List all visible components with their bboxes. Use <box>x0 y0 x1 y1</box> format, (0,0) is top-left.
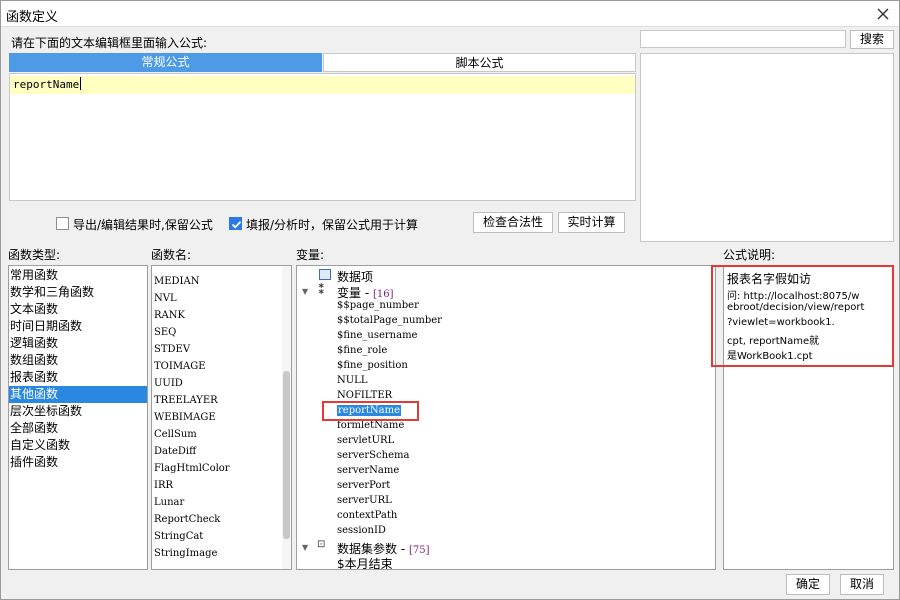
list-item[interactable]: IRR <box>154 480 173 491</box>
list-item[interactable]: 插件函数 <box>9 454 147 471</box>
list-item[interactable]: 自定义函数 <box>9 437 147 454</box>
list-item[interactable]: 常用函数 <box>9 267 147 284</box>
list-item[interactable]: FlagHtmlColor <box>154 463 230 474</box>
tree-leaf[interactable]: serverSchema <box>337 450 409 461</box>
list-item[interactable]: Lunar <box>154 497 184 508</box>
function-names-list[interactable]: MEDIAN NVL RANK SEQ STDEV TOIMAGE UUID T… <box>151 265 292 570</box>
list-item[interactable]: TOIMAGE <box>154 361 206 372</box>
realtime-calc-button[interactable]: 实时计算 <box>558 212 625 233</box>
tree-leaf[interactable]: contextPath <box>337 510 397 521</box>
variables-group-icon: ⁑ <box>318 283 325 298</box>
list-item[interactable]: ReportCheck <box>154 514 220 525</box>
list-item[interactable]: DateDiff <box>154 446 196 457</box>
list-item[interactable]: StringImage <box>154 548 217 559</box>
export-keep-formula-label: 导出/编辑结果时,保留公式 <box>73 218 213 232</box>
tree-leaf[interactable]: $本月结束 <box>337 555 393 569</box>
function-types-header: 函数类型: <box>8 248 61 262</box>
data-item-icon <box>319 269 331 280</box>
highlight-box-description <box>711 265 894 367</box>
tree-leaf[interactable]: NOFILTER <box>337 390 392 401</box>
tree-leaf[interactable]: $fine_role <box>337 345 387 356</box>
function-names-header: 函数名: <box>151 248 192 262</box>
list-item[interactable]: TREELAYER <box>154 395 218 406</box>
tree-leaf[interactable]: serverName <box>337 465 399 476</box>
formula-editor[interactable]: reportName <box>9 73 636 201</box>
highlight-box-variable <box>322 401 419 421</box>
dataset-params-icon: ⊡ <box>317 539 326 550</box>
check-validity-button[interactable]: 检查合法性 <box>473 212 553 233</box>
current-line-highlight <box>10 76 635 94</box>
tree-leaf[interactable]: $fine_username <box>337 330 417 341</box>
list-item[interactable]: 报表函数 <box>9 369 147 386</box>
tree-leaf[interactable]: servletURL <box>337 435 394 446</box>
search-button[interactable]: 搜索 <box>850 30 894 49</box>
list-item[interactable]: SEQ <box>154 327 176 338</box>
function-names-scrollbar[interactable] <box>282 266 291 569</box>
expand-arrow-icon[interactable]: ▼ <box>302 543 308 552</box>
list-item[interactable]: 文本函数 <box>9 301 147 318</box>
fill-keep-formula-label: 填报/分析时，保留公式用于计算 <box>246 218 419 232</box>
tree-node-variables[interactable]: 变量 - [16] <box>337 284 394 301</box>
tab-regular-formula[interactable]: 常规公式 <box>9 53 322 72</box>
editor-prompt: 请在下面的文本编辑框里面输入公式: <box>11 36 208 50</box>
function-definition-dialog: 函数定义 请在下面的文本编辑框里面输入公式: 常规公式 脚本公式 reportN… <box>0 0 900 600</box>
window-title: 函数定义 <box>6 10 59 25</box>
export-keep-formula-checkbox[interactable] <box>56 217 69 230</box>
list-item[interactable]: UUID <box>154 378 183 389</box>
tree-node-data-item[interactable]: 数据项 <box>337 268 373 285</box>
scrollbar-thumb[interactable] <box>283 371 290 539</box>
list-item[interactable]: StringCat <box>154 531 203 542</box>
tree-leaf[interactable]: serverURL <box>337 495 392 506</box>
tree-leaf[interactable]: sessionID <box>337 525 386 536</box>
ok-button[interactable]: 确定 <box>786 574 830 595</box>
tab-script-formula[interactable]: 脚本公式 <box>323 53 636 72</box>
tree-leaf[interactable]: serverPort <box>337 480 390 491</box>
search-input[interactable] <box>640 30 846 48</box>
close-icon[interactable] <box>871 2 895 26</box>
function-types-list[interactable]: 常用函数 数学和三角函数 文本函数 时间日期函数 逻辑函数 数组函数 报表函数 … <box>8 265 148 570</box>
fill-keep-formula-checkbox[interactable] <box>229 217 242 230</box>
list-item-selected[interactable]: 其他函数 <box>9 386 147 403</box>
list-item[interactable]: 全部函数 <box>9 420 147 437</box>
list-item[interactable]: 数学和三角函数 <box>9 284 147 301</box>
list-item[interactable]: WEBIMAGE <box>154 412 216 423</box>
tree-leaf[interactable]: $$page_number <box>337 300 419 311</box>
formula-description-header: 公式说明: <box>723 248 776 262</box>
list-item[interactable]: MEDIAN <box>154 276 199 287</box>
list-item[interactable]: 时间日期函数 <box>9 318 147 335</box>
list-item[interactable]: RANK <box>154 310 185 321</box>
expand-arrow-icon[interactable]: ▼ <box>302 287 308 296</box>
list-item[interactable]: 逻辑函数 <box>9 335 147 352</box>
list-item[interactable]: 层次坐标函数 <box>9 403 147 420</box>
list-item[interactable]: 数组函数 <box>9 352 147 369</box>
list-item[interactable]: STDEV <box>154 344 190 355</box>
list-item[interactable]: NVL <box>154 293 177 304</box>
list-item[interactable]: CellSum <box>154 429 197 440</box>
tree-leaf[interactable]: $fine_position <box>337 360 408 371</box>
formula-text: reportName <box>13 77 82 91</box>
cancel-button[interactable]: 取消 <box>840 574 884 595</box>
tree-leaf[interactable]: NULL <box>337 375 367 386</box>
search-results-panel <box>640 53 894 242</box>
title-bar: 函数定义 <box>1 1 899 27</box>
tree-leaf[interactable]: $$totalPage_number <box>337 315 442 326</box>
tree-leaf[interactable]: formletName <box>337 420 404 431</box>
variables-header: 变量: <box>296 248 325 262</box>
